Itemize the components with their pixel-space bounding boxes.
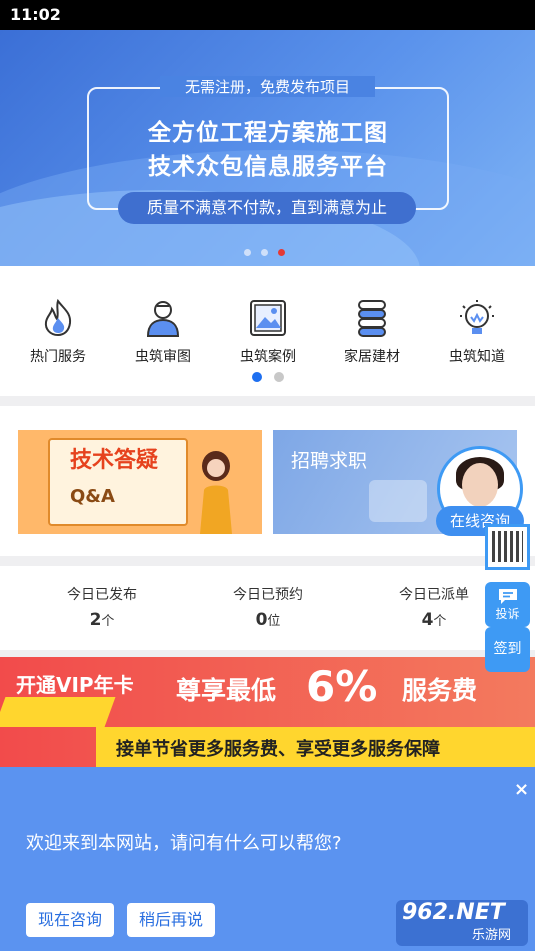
vip-stripe [0, 697, 116, 727]
banner-dot[interactable] [244, 249, 251, 256]
vip-banner[interactable]: 开通VIP年卡 尊享最低 6% 服务费 接单节省更多服务费、享受更多服务保障 [0, 657, 535, 767]
vip-right-text: 服务费 [402, 676, 478, 705]
service-label: 家居建材 [344, 349, 400, 365]
reviewer-icon [146, 301, 180, 337]
vip-band: 接单节省更多服务费、享受更多服务保障 [96, 727, 535, 767]
status-time: 11:02 [10, 5, 61, 24]
stat-published: 今日已发布 2个 [32, 584, 172, 630]
site-watermark: 962.NET 乐游网 [396, 900, 528, 946]
stat-label: 今日已预约 [233, 587, 303, 603]
service-page-dot-active[interactable] [252, 372, 262, 382]
stat-label: 今日已发布 [67, 587, 137, 603]
briefcase-icon [369, 480, 427, 522]
hero-banner[interactable]: 无需注册，免费发布项目 全方位工程方案施工图 技术众包信息服务平台 质量不满意不… [0, 30, 535, 266]
service-grid: 热门服务 虫筑审图 虫筑案例 家居建材 虫筑知道 [0, 266, 535, 396]
stat-value: 2个 [89, 610, 115, 630]
consult-now-button[interactable]: 现在咨询 [26, 903, 114, 937]
teacher-illustration [200, 451, 232, 534]
watermark-name: 乐游网 [472, 928, 512, 943]
vip-percent: 6% [306, 662, 378, 711]
promo-qa-subtitle: Q&A [70, 486, 115, 507]
materials-icon [358, 300, 386, 337]
promo-qa-card[interactable]: 技术答疑 Q&A [18, 430, 262, 534]
stat-label: 今日已派单 [399, 587, 469, 603]
vip-middle-text: 尊享最低 [176, 676, 277, 705]
stat-value: 0位 [255, 610, 281, 630]
stat-value: 4个 [421, 610, 447, 630]
service-label: 虫筑知道 [449, 349, 505, 365]
banner-dot-active[interactable] [278, 249, 285, 256]
banner-tagline: 质量不满意不付款，直到满意为止 [118, 192, 416, 224]
promo-qa-title: 技术答疑 [70, 448, 159, 473]
service-review[interactable]: 虫筑审图 [113, 298, 213, 366]
service-label: 热门服务 [30, 349, 86, 365]
daily-stats: 今日已发布 2个 今日已预约 0位 今日已派单 4个 [0, 566, 535, 650]
service-label: 虫筑审图 [135, 349, 191, 365]
close-icon[interactable]: × [514, 779, 529, 800]
avatar-face [462, 463, 498, 507]
vip-band-text: 接单节省更多服务费、享受更多服务保障 [116, 739, 440, 760]
vip-left-text: 开通VIP年卡 [16, 673, 134, 697]
report-button[interactable]: 投诉 [485, 582, 530, 627]
service-hot[interactable]: 热门服务 [8, 298, 108, 366]
message-icon [498, 589, 517, 604]
sign-in-button[interactable]: 签到 [485, 627, 530, 672]
banner-title-line2: 技术众包信息服务平台 [148, 154, 388, 180]
qr-code-button[interactable] [485, 524, 530, 570]
lightbulb-icon [460, 300, 494, 334]
chat-message: 欢迎来到本网站，请问有什么可以帮您? [26, 833, 342, 854]
banner-dot[interactable] [261, 249, 268, 256]
status-bar: 11:02 [0, 0, 535, 30]
stat-dispatched: 今日已派单 4个 [364, 584, 504, 630]
promo-jobs-title: 招聘求职 [291, 450, 368, 472]
watermark-brand: 962.NET [402, 900, 505, 925]
banner-pagination [244, 249, 285, 256]
service-materials[interactable]: 家居建材 [322, 298, 422, 366]
picture-icon [250, 300, 286, 336]
service-page-dot[interactable] [274, 372, 284, 382]
qr-code-icon [492, 531, 523, 562]
banner-subtitle: 无需注册，免费发布项目 [160, 76, 375, 97]
report-label: 投诉 [495, 607, 520, 621]
banner-title-line1: 全方位工程方案施工图 [148, 120, 388, 146]
service-cases[interactable]: 虫筑案例 [218, 298, 318, 366]
flame-icon [44, 298, 72, 337]
service-knowledge[interactable]: 虫筑知道 [427, 298, 527, 366]
service-pagination [252, 372, 284, 382]
later-button[interactable]: 稍后再说 [127, 903, 215, 937]
service-label: 虫筑案例 [240, 349, 296, 365]
stat-booked: 今日已预约 0位 [198, 584, 338, 630]
